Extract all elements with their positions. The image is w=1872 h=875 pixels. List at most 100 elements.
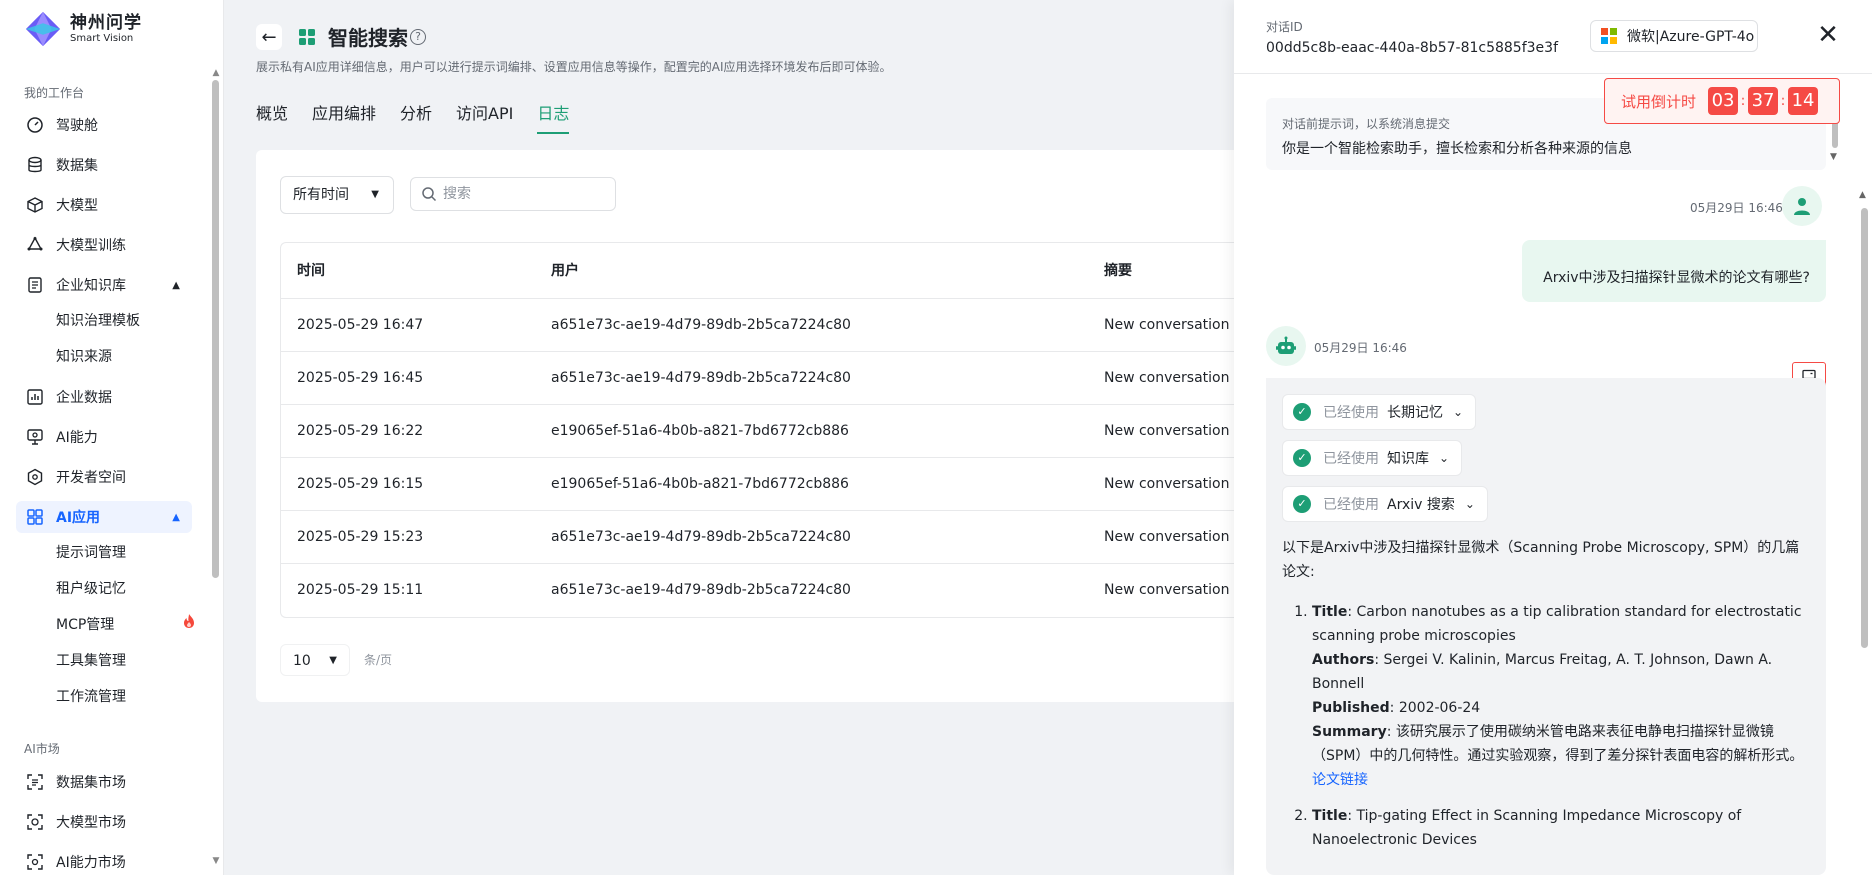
database-icon	[26, 156, 44, 174]
table-row[interactable]: 2025-05-29 16:47 a651e73c-ae19-4d79-89db…	[281, 299, 1260, 352]
countdown-hours: 03	[1708, 87, 1739, 115]
cell-summary: New conversation	[1104, 423, 1230, 439]
help-question-icon[interactable]: ?	[410, 29, 426, 45]
collapse-caret-icon[interactable]: ▲	[172, 280, 180, 291]
answer-intro: 以下是Arxiv中涉及扫描探针显微术（Scanning Probe Micros…	[1282, 540, 1800, 580]
cell-user: a651e73c-ae19-4d79-89db-2b5ca7224c80	[551, 370, 851, 386]
sidebar-item-label: 大模型	[56, 198, 98, 214]
search-input[interactable]: 搜索	[410, 177, 616, 211]
search-placeholder: 搜索	[443, 186, 471, 202]
scroll-down-arrow-icon[interactable]: ▼	[210, 856, 222, 866]
sidebar-subitem-workflows[interactable]: 工作流管理	[56, 681, 196, 713]
tool-status: 已经使用	[1323, 405, 1379, 421]
sidebar-item-ai-capability[interactable]: AI能力	[16, 421, 192, 453]
tab-analysis[interactable]: 分析	[400, 100, 432, 134]
page-size-select[interactable]: 10 ▼	[280, 644, 350, 676]
chevron-down-icon: ⌄	[1453, 405, 1464, 419]
chat-scrollbar[interactable]: ▲	[1858, 188, 1870, 868]
sidebar-item-dashboard[interactable]: 驾驶舱	[16, 109, 192, 141]
time-range-select[interactable]: 所有时间 ▼	[280, 176, 394, 214]
paper-link[interactable]: 论文链接	[1312, 772, 1368, 788]
ai-capability-icon	[26, 428, 44, 446]
sidebar-scrollbar[interactable]: ▲ ▼	[210, 68, 222, 868]
sidebar-item-label: 驾驶舱	[56, 118, 98, 134]
sidebar-item-enterprise-data[interactable]: 企业数据	[16, 381, 192, 413]
close-icon[interactable]: ✕	[1814, 22, 1842, 50]
back-button[interactable]: ←	[256, 24, 282, 50]
cell-summary: New conversation	[1104, 370, 1230, 386]
sidebar-item-training[interactable]: 大模型训练	[16, 229, 192, 261]
sidebar-subitem-toolsets[interactable]: 工具集管理	[56, 645, 196, 677]
authors-label: Authors	[1312, 652, 1375, 668]
sidebar-item-model-market[interactable]: 大模型市场	[16, 806, 192, 838]
scroll-down-arrow-icon[interactable]: ▼	[1830, 152, 1837, 162]
time-range-value: 所有时间	[293, 187, 349, 203]
tab-logs[interactable]: 日志	[537, 100, 570, 134]
tool-usage-arxiv[interactable]: ✓ 已经使用 Arxiv 搜索 ⌄	[1282, 486, 1488, 522]
cell-time: 2025-05-29 15:11	[297, 582, 424, 598]
logs-card: 所有时间 ▼ 搜索 时间 用户 摘要 2025-05-29 16:47 a651…	[256, 150, 1260, 702]
sidebar-subitem-governance-template[interactable]: 知识治理模板	[56, 305, 196, 337]
sidebar-item-developer[interactable]: 开发者空间	[16, 461, 192, 493]
sidebar-item-label: AI能力	[56, 430, 98, 446]
sidebar-item-datasets[interactable]: 数据集	[16, 149, 192, 181]
countdown-seconds: 14	[1788, 87, 1819, 115]
brand-subtitle: Smart Vision	[70, 33, 134, 44]
tool-status: 已经使用	[1323, 451, 1379, 467]
sidebar-subitem-tenant-memory[interactable]: 租户级记忆	[56, 573, 196, 605]
scroll-up-arrow-icon[interactable]: ▲	[1859, 190, 1866, 200]
training-icon	[26, 236, 44, 254]
app-grid-icon	[299, 29, 315, 45]
tool-usage-knowledge[interactable]: ✓ 已经使用 知识库 ⌄	[1282, 440, 1463, 476]
sidebar-item-dataset-market[interactable]: 数据集市场	[16, 766, 192, 798]
sidebar-subitem-label: MCP管理	[56, 617, 115, 633]
collapse-caret-icon[interactable]: ▲	[172, 512, 180, 523]
scan-dataset-icon	[26, 773, 44, 791]
brand-logo-icon	[25, 11, 61, 47]
tool-usage-memory[interactable]: ✓ 已经使用 长期记忆 ⌄	[1282, 394, 1477, 430]
brand-logo[interactable]: 神州问学 Smart Vision	[24, 10, 142, 48]
scrollbar-thumb[interactable]	[1861, 208, 1868, 648]
chevron-down-icon: ⌄	[1439, 451, 1450, 465]
title-label: Title	[1312, 604, 1348, 620]
robot-icon	[1276, 336, 1296, 354]
dashboard-icon	[26, 116, 44, 134]
sidebar-item-knowledge[interactable]: 企业知识库 ▲	[16, 269, 192, 301]
scan-model-icon	[26, 813, 44, 831]
section-market: AI市场	[24, 742, 60, 756]
sidebar-item-label: 企业知识库	[56, 278, 126, 294]
table-row[interactable]: 2025-05-29 15:23 a651e73c-ae19-4d79-89db…	[281, 511, 1260, 564]
sidebar-item-models[interactable]: 大模型	[16, 189, 192, 221]
check-circle-icon: ✓	[1293, 449, 1311, 467]
countdown-label: 试用倒计时	[1621, 92, 1697, 111]
table-row[interactable]: 2025-05-29 16:22 e19065ef-51a6-4b0b-a821…	[281, 405, 1260, 458]
tab-api[interactable]: 访问API	[456, 100, 513, 134]
paper-title: Carbon nanotubes as a tip calibration st…	[1312, 604, 1802, 644]
table-row[interactable]: 2025-05-29 15:11 a651e73c-ae19-4d79-89db…	[281, 564, 1260, 617]
sidebar-subitem-prompts[interactable]: 提示词管理	[56, 537, 196, 569]
sidebar-item-label: 大模型市场	[56, 815, 126, 831]
sidebar-item-label: AI能力市场	[56, 855, 126, 871]
tab-overview[interactable]: 概览	[256, 100, 288, 134]
page-description: 展示私有AI应用详细信息，用户可以进行提示词编排、设置应用信息等操作，配置完的A…	[256, 60, 892, 74]
sidebar-subitem-mcp[interactable]: MCP管理	[56, 609, 196, 641]
sidebar-subitem-knowledge-source[interactable]: 知识来源	[56, 341, 196, 373]
hot-fire-icon	[182, 609, 196, 641]
check-circle-icon: ✓	[1293, 495, 1311, 513]
table-header: 时间 用户 摘要	[281, 243, 1260, 299]
cell-user: a651e73c-ae19-4d79-89db-2b5ca7224c80	[551, 317, 851, 333]
scrollbar-thumb[interactable]	[212, 80, 219, 578]
countdown-minutes: 37	[1748, 87, 1779, 115]
table-row[interactable]: 2025-05-29 16:45 a651e73c-ae19-4d79-89db…	[281, 352, 1260, 405]
table-row[interactable]: 2025-05-29 16:15 e19065ef-51a6-4b0b-a821…	[281, 458, 1260, 511]
scroll-up-arrow-icon[interactable]: ▲	[210, 68, 222, 78]
user-avatar-icon	[1794, 198, 1810, 215]
sidebar-item-label: 大模型训练	[56, 238, 126, 254]
paper-list: Title: Carbon nanotubes as a tip calibra…	[1282, 600, 1812, 852]
sidebar-item-ai-apps[interactable]: AI应用 ▲	[16, 501, 192, 533]
check-circle-icon: ✓	[1293, 403, 1311, 421]
sidebar: 神州问学 Smart Vision 我的工作台 驾驶舱 数据集 大模型 大模型训…	[0, 0, 224, 875]
column-header-user: 用户	[551, 263, 579, 279]
tab-orchestration[interactable]: 应用编排	[312, 100, 376, 134]
sidebar-item-ai-market[interactable]: AI能力市场	[16, 846, 192, 875]
